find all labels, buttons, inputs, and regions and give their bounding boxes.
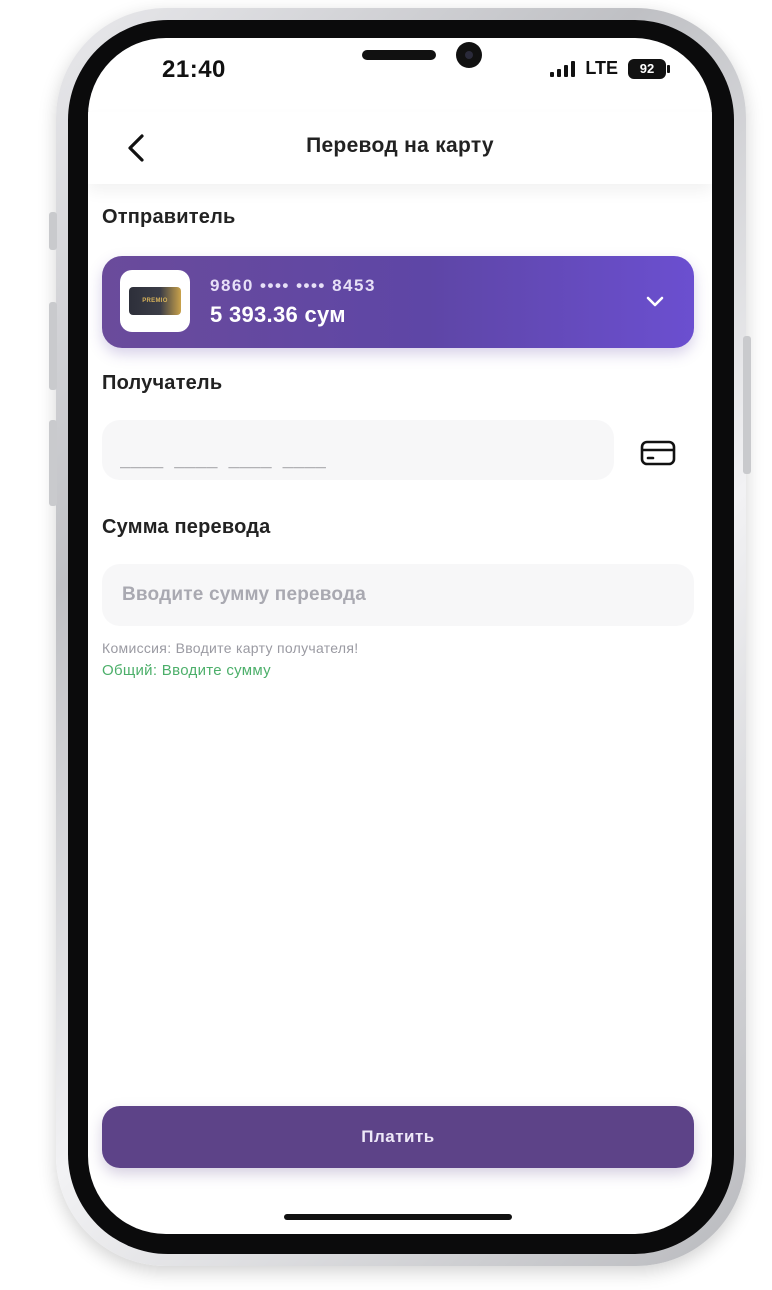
amount-placeholder: Вводите сумму перевода [122,584,367,605]
status-time: 21:40 [162,56,226,83]
status-indicators: LTE 92 [550,58,670,79]
app-header: Перевод на карту [88,112,712,184]
device-mockup: 21:40 LTE 92 Перевод на карту Отправител… [0,0,772,1290]
credit-card-icon[interactable] [640,440,676,466]
battery-level: 92 [639,61,655,76]
commission-info: Комиссия: Вводите карту получателя! [102,640,359,656]
recipient-card-mask: ____ ____ ____ ____ [120,448,326,469]
speaker-grille [362,50,436,60]
card-thumbnail-image: PREMIO [129,287,181,315]
home-indicator[interactable] [284,1214,512,1220]
amount-input[interactable]: Вводите сумму перевода [102,564,694,626]
volume-down-button [49,420,57,506]
recipient-card-input[interactable]: ____ ____ ____ ____ [102,420,614,480]
pay-button[interactable]: Платить [102,1106,694,1168]
sender-card-number: 9860 •••• •••• 8453 [210,276,376,295]
app-screen: 21:40 LTE 92 Перевод на карту Отправител… [88,38,712,1234]
sender-card-selector[interactable]: PREMIO 9860 •••• •••• 8453 5 393.36 сум [102,256,694,348]
pay-button-label: Платить [361,1127,435,1146]
amount-label: Сумма перевода [102,516,271,538]
front-camera-icon [456,42,482,68]
sender-label: Отправитель [102,206,236,228]
total-info: Общий: Вводите сумму [102,662,271,679]
power-button [743,336,751,474]
page-title: Перевод на карту [306,134,494,157]
sender-card-balance: 5 393.36 сум [210,302,346,327]
card-thumbnail-brand: PREMIO [142,298,168,304]
card-thumbnail: PREMIO [120,270,190,332]
battery-icon: 92 [628,58,670,79]
signal-icon [550,60,576,77]
recipient-label: Получатель [102,372,223,394]
chevron-down-icon[interactable] [642,288,668,314]
network-type: LTE [585,58,618,78]
mute-switch [49,212,57,250]
volume-up-button [49,302,57,390]
